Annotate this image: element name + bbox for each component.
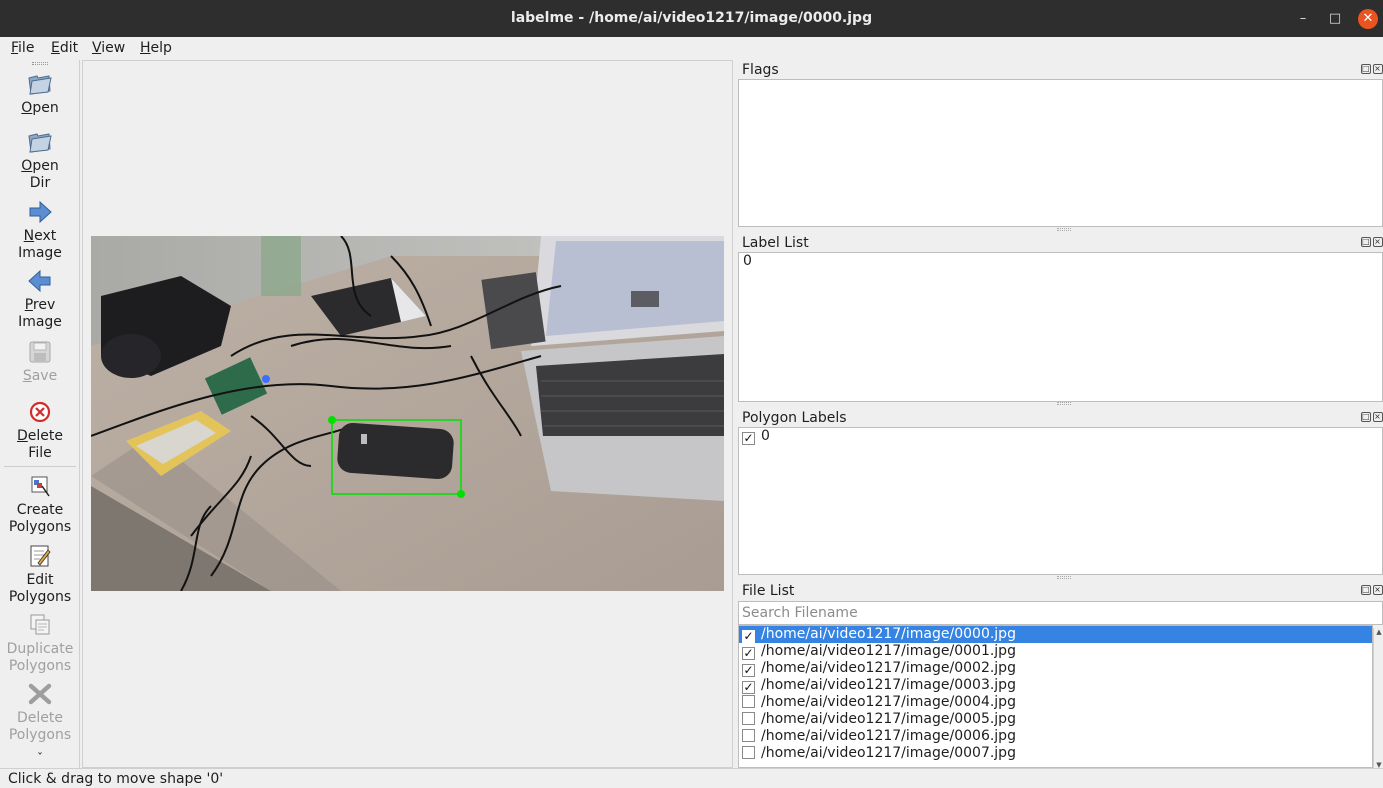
file-list-item[interactable]: ✓ /home/ai/video1217/image/0003.jpg bbox=[739, 677, 1372, 694]
file-list-item[interactable]: ✓ /home/ai/video1217/image/0002.jpg bbox=[739, 660, 1372, 677]
status-message: Click & drag to move shape '0' bbox=[8, 771, 224, 787]
folder-open-icon bbox=[28, 75, 52, 95]
file-list-item[interactable]: /home/ai/video1217/image/0004.jpg bbox=[739, 694, 1372, 711]
close-dock-icon[interactable]: × bbox=[1373, 237, 1383, 247]
delete-file-button[interactable]: Delete File bbox=[0, 400, 80, 462]
edit-polygons-button[interactable]: Edit Polygons bbox=[0, 544, 80, 606]
file-list-item[interactable]: /home/ai/video1217/image/0007.jpg bbox=[739, 745, 1372, 762]
polygon-labels-dock-title: Polygon Labels bbox=[742, 410, 847, 426]
file-list-item[interactable]: /home/ai/video1217/image/0006.jpg bbox=[739, 728, 1372, 745]
folder-open-icon bbox=[28, 133, 52, 153]
toolbar-grip[interactable] bbox=[32, 62, 48, 65]
polygon-label-item[interactable]: ✓ 0 bbox=[739, 428, 1382, 445]
delete-polygons-button[interactable]: Delete Polygons bbox=[0, 682, 80, 744]
duplicate-icon bbox=[30, 614, 50, 635]
edit-polygon-icon bbox=[30, 545, 51, 567]
menu-view[interactable]: View bbox=[92, 40, 125, 56]
annotation-vertex[interactable] bbox=[457, 490, 465, 498]
file-list-item[interactable]: ✓ /home/ai/video1217/image/0000.jpg bbox=[739, 626, 1372, 643]
create-polygon-icon bbox=[31, 476, 50, 497]
save-button[interactable]: Save bbox=[0, 340, 80, 385]
file-name: /home/ai/video1217/image/0006.jpg bbox=[761, 728, 1016, 744]
float-dock-icon[interactable]: □ bbox=[1361, 585, 1371, 595]
close-dock-icon[interactable]: × bbox=[1373, 64, 1383, 74]
file-name: /home/ai/video1217/image/0001.jpg bbox=[761, 643, 1016, 659]
close-dock-icon[interactable]: × bbox=[1373, 412, 1383, 422]
float-dock-icon[interactable]: □ bbox=[1361, 412, 1371, 422]
flags-dock: Flags □ × bbox=[737, 60, 1383, 228]
file-list-item[interactable]: /home/ai/video1217/image/0005.jpg bbox=[739, 711, 1372, 728]
file-name: /home/ai/video1217/image/0002.jpg bbox=[761, 660, 1016, 676]
next-image-button[interactable]: Next Image bbox=[0, 200, 80, 262]
window-titlebar: labelme - /home/ai/video1217/image/0000.… bbox=[0, 0, 1383, 37]
file-done-checkbox[interactable] bbox=[742, 729, 755, 742]
close-dock-icon[interactable]: × bbox=[1373, 585, 1383, 595]
menu-bar: File Edit View Help bbox=[0, 37, 1383, 60]
float-dock-icon[interactable]: □ bbox=[1361, 64, 1371, 74]
file-name: /home/ai/video1217/image/0003.jpg bbox=[761, 677, 1016, 693]
file-list-dock: File List □× ✓ /home/ai/video1217/image/0… bbox=[737, 581, 1383, 771]
dock-controls: □ × bbox=[1359, 584, 1383, 595]
file-list-item[interactable]: ✓ /home/ai/video1217/image/0001.jpg bbox=[739, 643, 1372, 660]
scroll-up-arrow-icon[interactable]: ▲ bbox=[1374, 628, 1383, 638]
dock-resize-handle[interactable] bbox=[1057, 228, 1071, 231]
file-name: /home/ai/video1217/image/0000.jpg bbox=[761, 626, 1016, 642]
dock-controls: □ × bbox=[1359, 63, 1383, 74]
list-item[interactable]: 0 bbox=[739, 253, 1382, 270]
minimize-button[interactable]: – bbox=[1293, 9, 1313, 29]
toolbar-separator bbox=[4, 466, 76, 467]
label-list[interactable]: 0 bbox=[738, 252, 1383, 402]
open-dir-button[interactable]: Open Dir bbox=[0, 130, 80, 192]
dock-controls: □ × bbox=[1359, 411, 1383, 422]
polygon-labels-dock: Polygon Labels □ × ✓ 0 bbox=[737, 408, 1383, 576]
close-button[interactable]: ✕ bbox=[1358, 9, 1378, 29]
polygon-visibility-checkbox[interactable]: ✓ bbox=[742, 432, 755, 445]
annotation-vertex[interactable] bbox=[328, 416, 336, 424]
file-done-checkbox[interactable]: ✓ bbox=[742, 630, 755, 643]
annotated-photo[interactable] bbox=[91, 236, 724, 591]
toolbar-more-button[interactable]: ˇ bbox=[0, 752, 80, 764]
menu-edit[interactable]: Edit bbox=[51, 40, 78, 56]
label-list-dock-title: Label List bbox=[742, 235, 809, 251]
arrow-left-icon bbox=[28, 269, 51, 293]
duplicate-polygons-button[interactable]: Duplicate Polygons bbox=[0, 613, 80, 675]
label-list-dock: Label List □ × 0 bbox=[737, 233, 1383, 403]
floppy-disk-icon bbox=[29, 341, 51, 363]
flags-list[interactable] bbox=[738, 79, 1383, 227]
file-name: /home/ai/video1217/image/0004.jpg bbox=[761, 694, 1016, 710]
maximize-button[interactable]: □ bbox=[1325, 9, 1345, 29]
menu-help[interactable]: Help bbox=[140, 40, 172, 56]
create-polygons-button[interactable]: Create Polygons bbox=[0, 474, 80, 536]
search-filename-input[interactable] bbox=[738, 601, 1383, 625]
photo-scene bbox=[91, 236, 724, 591]
menu-file[interactable]: File bbox=[11, 40, 34, 56]
flags-dock-title: Flags bbox=[742, 62, 779, 78]
tool-bar: Open Open Dir Next Image Prev Image Save bbox=[0, 60, 80, 768]
window-title: labelme - /home/ai/video1217/image/0000.… bbox=[510, 10, 873, 26]
polygon-labels-list[interactable]: ✓ 0 bbox=[738, 427, 1383, 575]
image-canvas[interactable] bbox=[82, 60, 733, 768]
file-done-checkbox[interactable] bbox=[742, 746, 755, 759]
dock-resize-handle[interactable] bbox=[1057, 402, 1071, 405]
file-done-checkbox[interactable] bbox=[742, 712, 755, 725]
file-done-checkbox[interactable]: ✓ bbox=[742, 681, 755, 694]
file-list-scrollbar[interactable]: ▲ ▼ bbox=[1373, 628, 1383, 771]
arrow-right-icon bbox=[29, 200, 52, 224]
prev-image-button[interactable]: Prev Image bbox=[0, 269, 80, 331]
file-done-checkbox[interactable]: ✓ bbox=[742, 664, 755, 677]
dock-controls: □ × bbox=[1359, 236, 1383, 247]
file-list-dock-title: File List bbox=[742, 583, 795, 599]
delete-circle-icon bbox=[29, 401, 51, 423]
file-name: /home/ai/video1217/image/0005.jpg bbox=[761, 711, 1016, 727]
cancel-x-icon bbox=[28, 683, 52, 705]
status-bar: Click & drag to move shape '0' bbox=[0, 768, 1383, 788]
file-list[interactable]: ✓ /home/ai/video1217/image/0000.jpg ✓ /home… bbox=[738, 625, 1373, 768]
float-dock-icon[interactable]: □ bbox=[1361, 237, 1371, 247]
open-button[interactable]: Open bbox=[0, 72, 80, 117]
file-name: /home/ai/video1217/image/0007.jpg bbox=[761, 745, 1016, 761]
file-done-checkbox[interactable] bbox=[742, 695, 755, 708]
file-done-checkbox[interactable]: ✓ bbox=[742, 647, 755, 660]
dock-resize-handle[interactable] bbox=[1057, 576, 1071, 579]
